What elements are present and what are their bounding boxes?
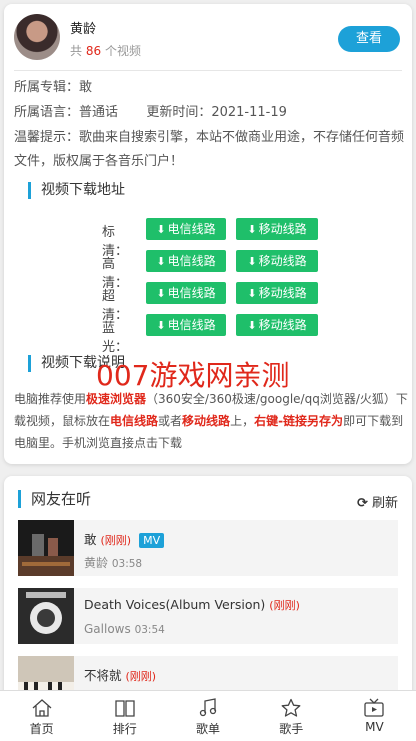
language-info: 所属语言：普通话 更新时间：2021-11-19 bbox=[14, 101, 287, 120]
book-icon bbox=[115, 700, 135, 717]
download-icon: ⬇ bbox=[156, 255, 166, 268]
bottom-tab-bar: 首页 排行 歌单 歌手 MV bbox=[0, 690, 416, 741]
song-title: Death Voices(Album Version) (刚刚) bbox=[84, 597, 300, 613]
listening-title: 网友在听 bbox=[18, 490, 91, 508]
detail-card: 黄龄 共 86 个视频 查看 所属专辑：敢 所属语言：普通话 更新时间：2021… bbox=[4, 4, 412, 464]
artist-name: 黄龄 bbox=[70, 22, 97, 37]
tab-label: MV bbox=[365, 720, 384, 734]
artist-avatar[interactable] bbox=[14, 14, 60, 60]
instructions-part: 电脑推荐使用 bbox=[14, 392, 87, 406]
divider bbox=[14, 70, 402, 71]
watermark-text: 007游戏网亲测 bbox=[96, 359, 290, 392]
download-section-title: 视频下载地址 bbox=[28, 182, 125, 199]
instructions-part: 上， bbox=[230, 414, 255, 428]
video-count-suffix: 个视频 bbox=[104, 44, 141, 58]
tab-label: 排行 bbox=[112, 722, 137, 736]
updated-label: 更新时间： bbox=[146, 105, 212, 120]
video-count-number: 86 bbox=[85, 44, 102, 58]
instructions-highlight: 电信线路 bbox=[110, 414, 159, 428]
song-title: 不将就 (刚刚) bbox=[84, 665, 156, 684]
artist-row: 黄龄 共 86 个视频 查看 bbox=[14, 14, 402, 62]
button-label: 移动线路 bbox=[258, 286, 307, 300]
download-icon: ⬇ bbox=[156, 319, 166, 332]
mobile-download-button[interactable]: ⬇ 移动线路 bbox=[236, 250, 318, 272]
video-count: 共 86 个视频 bbox=[70, 42, 141, 59]
mobile-download-button[interactable]: ⬇ 移动线路 bbox=[236, 282, 318, 304]
telecom-download-button[interactable]: ⬇ 电信线路 bbox=[146, 282, 226, 304]
music-note-icon bbox=[199, 698, 217, 717]
telecom-download-button[interactable]: ⬇ 电信线路 bbox=[146, 250, 226, 272]
button-label: 移动线路 bbox=[258, 318, 307, 332]
refresh-icon: ⟳ bbox=[356, 496, 368, 511]
album-label: 所属专辑： bbox=[14, 80, 80, 95]
download-icon: ⬇ bbox=[247, 287, 257, 300]
instructions-highlight: 极速浏览器 bbox=[86, 392, 147, 406]
song-item[interactable]: 敢 (刚刚) MV 黄龄 03:58 bbox=[18, 520, 398, 576]
notice-text: 温馨提示：歌曲来自搜索引擎，本站不做商业用途，不存储任何音频文件，版权属于各音乐… bbox=[14, 130, 405, 169]
telecom-download-button[interactable]: ⬇ 电信线路 bbox=[146, 218, 226, 240]
tab-label: 歌单 bbox=[196, 722, 221, 736]
tab-label: 首页 bbox=[29, 722, 54, 736]
tab-mv[interactable]: MV bbox=[333, 691, 416, 741]
album-info: 所属专辑：敢 bbox=[14, 76, 92, 95]
button-label: 移动线路 bbox=[258, 254, 307, 268]
download-icon: ⬇ bbox=[247, 255, 257, 268]
download-icon: ⬇ bbox=[247, 319, 257, 332]
album-cover bbox=[18, 520, 74, 576]
button-label: 移动线路 bbox=[258, 222, 307, 236]
mv-badge[interactable]: MV bbox=[139, 533, 165, 548]
telecom-download-button[interactable]: ⬇ 电信线路 bbox=[146, 314, 226, 336]
tab-label: 歌手 bbox=[279, 722, 304, 736]
download-icon: ⬇ bbox=[156, 223, 166, 236]
mobile-download-button[interactable]: ⬇ 移动线路 bbox=[236, 218, 318, 240]
mobile-download-button[interactable]: ⬇ 移动线路 bbox=[236, 314, 318, 336]
view-button[interactable]: 查看 bbox=[338, 26, 400, 52]
song-tag: (刚刚) bbox=[125, 670, 157, 683]
refresh-button[interactable]: ⟳ 刷新 bbox=[357, 492, 398, 511]
tab-home[interactable]: 首页 bbox=[0, 691, 83, 741]
download-icon: ⬇ bbox=[247, 223, 257, 236]
song-tag: (刚刚) bbox=[100, 534, 132, 547]
language-value: 普通话 bbox=[79, 105, 119, 120]
refresh-label: 刷新 bbox=[371, 496, 398, 511]
song-name: 不将就 bbox=[84, 668, 122, 683]
song-duration: 03:54 bbox=[134, 624, 165, 636]
star-icon bbox=[281, 698, 301, 717]
tab-playlist[interactable]: 歌单 bbox=[166, 691, 249, 741]
song-artist: 黄龄 bbox=[84, 556, 109, 570]
instructions-highlight: 右键-链接另存为 bbox=[254, 414, 344, 428]
tab-artists[interactable]: 歌手 bbox=[250, 691, 333, 741]
instructions-text: 电脑推荐使用极速浏览器（360安全/360极速/google/qq浏览器/火狐）… bbox=[14, 388, 408, 454]
song-meta: 黄龄 03:58 bbox=[84, 554, 142, 571]
song-tag: (刚刚) bbox=[269, 599, 300, 612]
download-icon: ⬇ bbox=[156, 287, 166, 300]
song-item[interactable]: Death Voices(Album Version) (刚刚) Gallows… bbox=[18, 588, 398, 644]
video-count-prefix: 共 bbox=[70, 44, 83, 58]
song-artist: Gallows bbox=[84, 622, 131, 636]
quality-label: 蓝光： bbox=[102, 321, 129, 355]
instructions-part: 或者 bbox=[158, 414, 183, 428]
button-label: 电信线路 bbox=[167, 254, 216, 268]
button-label: 电信线路 bbox=[167, 318, 216, 332]
song-meta: Gallows 03:54 bbox=[84, 622, 165, 636]
tv-icon bbox=[364, 698, 385, 717]
updated-value: 2021-11-19 bbox=[211, 105, 287, 120]
button-label: 电信线路 bbox=[167, 286, 216, 300]
tab-ranking[interactable]: 排行 bbox=[83, 691, 166, 741]
listening-card: 网友在听 ⟳ 刷新 敢 (刚刚) MV 黄龄 03:58 Death Voice… bbox=[4, 476, 412, 706]
instructions-highlight: 移动线路 bbox=[182, 414, 231, 428]
song-title: 敢 (刚刚) MV bbox=[84, 529, 165, 548]
language-label: 所属语言： bbox=[14, 105, 80, 120]
song-name: Death Voices(Album Version) bbox=[84, 597, 266, 612]
button-label: 电信线路 bbox=[167, 222, 216, 236]
song-name: 敢 bbox=[84, 532, 97, 547]
song-duration: 03:58 bbox=[111, 558, 143, 570]
album-cover bbox=[18, 588, 74, 644]
album-value: 敢 bbox=[79, 80, 93, 95]
home-icon bbox=[32, 699, 52, 717]
